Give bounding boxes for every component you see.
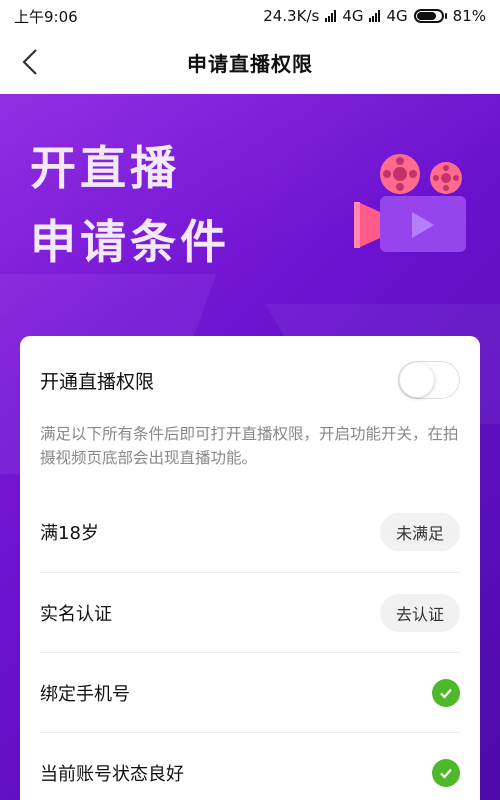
condition-row-account: 当前账号状态良好	[40, 732, 460, 800]
signal-icon	[325, 10, 337, 22]
page-title: 申请直播权限	[187, 51, 313, 76]
film-camera-icon	[354, 154, 466, 252]
battery-icon	[413, 9, 447, 23]
check-circle-icon	[432, 758, 460, 787]
banner-title-line1: 开直播	[30, 141, 180, 195]
condition-row-realname: 实名认证 去认证	[40, 572, 460, 652]
toggle-knob	[400, 363, 434, 397]
status-time: 上午9:06	[14, 7, 78, 26]
banner: 开直播 申请条件 开通直播权限 满足以下所有条件后即可打开直播权限，开启功能开关…	[0, 94, 500, 800]
status-icons: 24.3K/s 4G 4G 81%	[263, 7, 486, 25]
condition-label: 当前账号状态良好	[40, 763, 184, 785]
toggle-label: 开通直播权限	[40, 370, 155, 393]
signal-icon	[369, 10, 381, 22]
status-badge: 未满足	[379, 513, 460, 551]
network-type-1: 4G	[342, 7, 364, 25]
condition-row-age: 满18岁 未满足	[40, 492, 460, 572]
back-button[interactable]	[10, 42, 50, 82]
status-bar: 上午9:06 24.3K/s 4G 4G 81%	[0, 0, 500, 32]
net-speed: 24.3K/s	[263, 7, 320, 25]
condition-label: 满18岁	[40, 523, 99, 544]
verify-button[interactable]: 去认证	[379, 593, 460, 632]
condition-label: 实名认证	[40, 603, 112, 625]
condition-row-phone: 绑定手机号	[40, 652, 460, 732]
live-permission-toggle[interactable]	[398, 361, 460, 399]
live-permission-row: 开通直播权限	[40, 336, 460, 424]
permission-description: 满足以下所有条件后即可打开直播权限，开启功能开关，在拍摄视频页底部会出现直播功能…	[40, 425, 459, 467]
chevron-left-icon	[22, 49, 37, 75]
banner-title-line2: 申请条件	[30, 215, 230, 269]
condition-label: 绑定手机号	[40, 683, 130, 705]
battery-percent: 81%	[452, 7, 486, 25]
nav-bar: 申请直播权限	[0, 32, 500, 92]
permission-card: 开通直播权限 满足以下所有条件后即可打开直播权限，开启功能开关，在拍摄视频页底部…	[20, 336, 480, 800]
check-circle-icon	[432, 678, 460, 707]
network-type-2: 4G	[386, 7, 408, 25]
